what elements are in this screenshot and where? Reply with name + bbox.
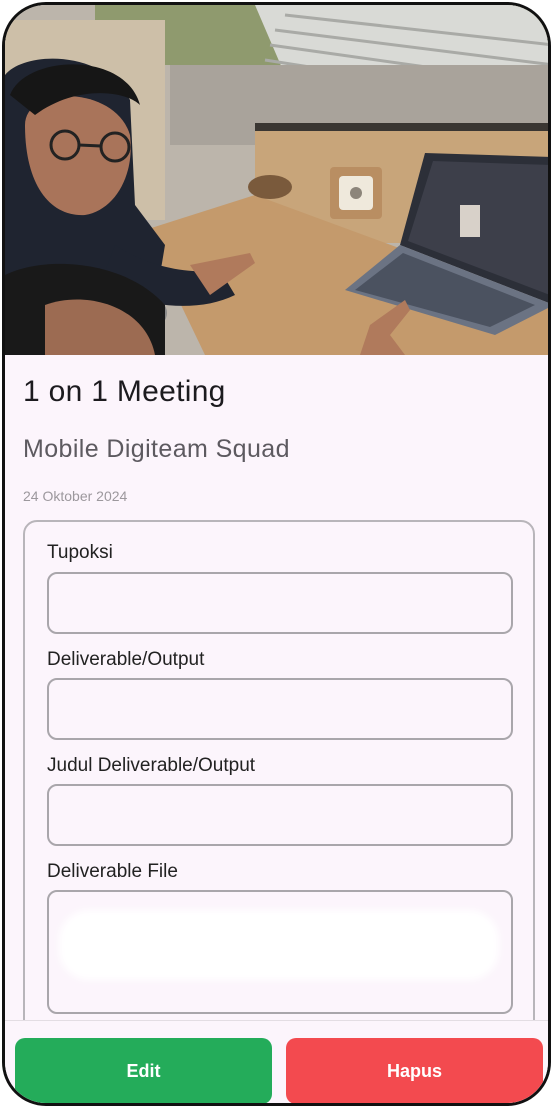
deliverable-file-field[interactable] [47,890,513,1014]
file-preview-placeholder [59,910,499,980]
deliverable-title-field[interactable] [47,784,513,846]
deliverable-output-field[interactable] [47,678,513,740]
edit-button[interactable]: Edit [15,1038,272,1103]
delete-button[interactable]: Hapus [286,1038,543,1103]
deliverable-card: Tupoksi Deliverable/Output Judul Deliver… [23,520,535,1040]
meeting-photo [5,5,548,355]
meeting-date: 24 Oktober 2024 [23,488,128,504]
deliverable-output-label: Deliverable/Output [47,649,205,670]
deliverable-title-label: Judul Deliverable/Output [47,755,256,776]
deliverable-file-label: Deliverable File [47,861,178,882]
phone-frame: 1 on 1 Meeting Mobile Digiteam Squad 24 … [2,2,551,1106]
team-name: Mobile Digiteam Squad [23,435,290,463]
action-bar: Edit Hapus [5,1020,548,1103]
tupoksi-label: Tupoksi [47,542,113,563]
meeting-title: 1 on 1 Meeting [23,375,226,408]
tupoksi-field[interactable] [47,572,513,634]
